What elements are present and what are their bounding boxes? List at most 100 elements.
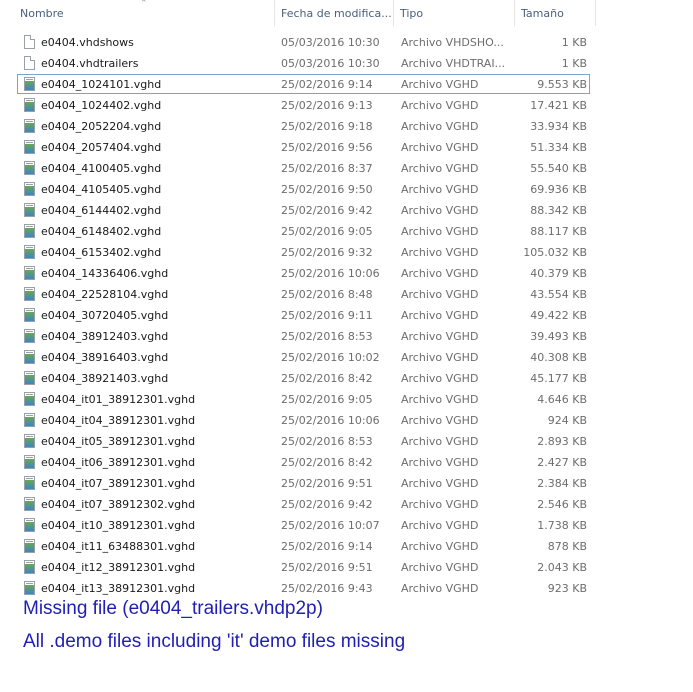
image-file-icon xyxy=(24,329,35,343)
annotation-missing-demo-files: All .demo files including 'it' demo file… xyxy=(23,631,406,652)
file-date: 25/02/2016 8:42 xyxy=(281,372,373,385)
file-row[interactable]: e0404_6144402.vghd 25/02/2016 9:42 Archivo… xyxy=(0,200,693,221)
file-name: e0404_it06_38912301.vghd xyxy=(41,456,196,469)
file-row[interactable]: e0404_it11_63488301.vghd 25/02/2016 9:14 A… xyxy=(0,536,693,557)
file-size: 1 KB xyxy=(561,57,587,70)
image-file-icon xyxy=(24,98,35,112)
file-row[interactable]: e0404_30720405.vghd 25/02/2016 9:11 Archiv… xyxy=(0,305,693,326)
file-date: 25/02/2016 9:43 xyxy=(281,582,373,595)
image-file-icon xyxy=(24,455,35,469)
file-row[interactable]: e0404_6148402.vghd 25/02/2016 9:05 Archivo… xyxy=(0,221,693,242)
file-type: Archivo VGHD xyxy=(401,162,479,175)
file-row[interactable]: e0404_2057404.vghd 25/02/2016 9:56 Archivo… xyxy=(0,137,693,158)
file-size: 51.334 KB xyxy=(530,141,587,154)
file-date: 25/02/2016 9:42 xyxy=(281,498,373,511)
file-row[interactable]: e0404_it05_38912301.vghd 25/02/2016 8:53 A… xyxy=(0,431,693,452)
file-name: e0404_it13_38912301.vghd xyxy=(41,582,196,595)
file-name: e0404_it07_38912301.vghd xyxy=(41,477,196,490)
image-file-icon xyxy=(24,560,35,574)
image-file-icon xyxy=(24,413,35,427)
file-type: Archivo VGHD xyxy=(401,372,479,385)
generic-file-icon xyxy=(24,56,35,70)
file-size: 923 KB xyxy=(547,582,587,595)
file-row[interactable]: e0404_4100405.vghd 25/02/2016 8:37 Archivo… xyxy=(0,158,693,179)
file-size: 2.546 KB xyxy=(537,498,587,511)
file-date: 25/02/2016 8:53 xyxy=(281,330,373,343)
file-name: e0404_14336406.vghd xyxy=(41,267,169,280)
file-name: e0404_6144402.vghd xyxy=(41,204,162,217)
file-type: Archivo VHDSHO... xyxy=(401,36,504,49)
file-row[interactable]: e0404_it01_38912301.vghd 25/02/2016 9:05 A… xyxy=(0,389,693,410)
file-size: 878 KB xyxy=(547,540,587,553)
image-file-icon xyxy=(24,203,35,217)
file-date: 25/02/2016 9:50 xyxy=(281,183,373,196)
file-row[interactable]: e0404_it10_38912301.vghd 25/02/2016 10:07… xyxy=(0,515,693,536)
column-header-date[interactable]: Fecha de modifica... xyxy=(275,0,393,26)
image-file-icon xyxy=(24,245,35,259)
file-size: 2.384 KB xyxy=(537,477,587,490)
image-file-icon xyxy=(24,308,35,322)
file-row[interactable]: e0404_2052204.vghd 25/02/2016 9:18 Archivo… xyxy=(0,116,693,137)
file-date: 25/02/2016 10:06 xyxy=(281,267,380,280)
file-row[interactable]: e0404_it06_38912301.vghd 25/02/2016 8:42 A… xyxy=(0,452,693,473)
file-row[interactable]: e0404_it07_38912301.vghd 25/02/2016 9:51 A… xyxy=(0,473,693,494)
file-row[interactable]: e0404_38916403.vghd 25/02/2016 10:02 Archi… xyxy=(0,347,693,368)
file-name: e0404_it01_38912301.vghd xyxy=(41,393,196,406)
file-row[interactable]: e0404_1024101.vghd 25/02/2016 9:14 Archivo… xyxy=(0,74,693,95)
image-file-icon xyxy=(24,434,35,448)
file-list: e0404.vhdshows 05/03/2016 10:30 Archivo VH… xyxy=(0,32,693,599)
file-row[interactable]: e0404_6153402.vghd 25/02/2016 9:32 Archivo… xyxy=(0,242,693,263)
column-header-type[interactable]: Tipo xyxy=(394,0,514,26)
column-header-name-label: Nombre xyxy=(20,7,64,20)
file-name: e0404_2052204.vghd xyxy=(41,120,162,133)
file-row[interactable]: e0404_it04_38912301.vghd 25/02/2016 10:06… xyxy=(0,410,693,431)
file-date: 25/02/2016 8:53 xyxy=(281,435,373,448)
file-type: Archivo VGHD xyxy=(401,141,479,154)
file-type: Archivo VGHD xyxy=(401,351,479,364)
image-file-icon xyxy=(24,497,35,511)
image-file-icon xyxy=(24,140,35,154)
file-name: e0404_1024101.vghd xyxy=(41,78,162,91)
file-type: Archivo VGHD xyxy=(401,99,479,112)
file-type: Archivo VGHD xyxy=(401,498,479,511)
annotation-missing-file: Missing file (e0404_trailers.vhdp2p) xyxy=(23,598,323,619)
file-size: 49.422 KB xyxy=(530,309,587,322)
file-row[interactable]: e0404_it07_38912302.vghd 25/02/2016 9:42 A… xyxy=(0,494,693,515)
column-divider[interactable] xyxy=(595,0,596,26)
file-type: Archivo VGHD xyxy=(401,435,479,448)
image-file-icon xyxy=(24,182,35,196)
file-size: 40.379 KB xyxy=(530,267,587,280)
file-row[interactable]: e0404_38912403.vghd 25/02/2016 8:53 Archiv… xyxy=(0,326,693,347)
file-row[interactable]: e0404.vhdshows 05/03/2016 10:30 Archivo VH… xyxy=(0,32,693,53)
file-size: 40.308 KB xyxy=(530,351,587,364)
file-type: Archivo VGHD xyxy=(401,330,479,343)
file-row[interactable]: e0404_1024402.vghd 25/02/2016 9:13 Archivo… xyxy=(0,95,693,116)
file-row[interactable]: e0404_it12_38912301.vghd 25/02/2016 9:51 A… xyxy=(0,557,693,578)
file-date: 25/02/2016 9:11 xyxy=(281,309,373,322)
file-date: 25/02/2016 9:18 xyxy=(281,120,373,133)
image-file-icon xyxy=(24,518,35,532)
file-row[interactable]: e0404_38921403.vghd 25/02/2016 8:42 Archiv… xyxy=(0,368,693,389)
file-type: Archivo VGHD xyxy=(401,456,479,469)
file-type: Archivo VGHD xyxy=(401,288,479,301)
column-header-size[interactable]: Tamaño xyxy=(515,0,595,26)
file-size: 1.738 KB xyxy=(537,519,587,532)
file-date: 25/02/2016 10:06 xyxy=(281,414,380,427)
image-file-icon xyxy=(24,119,35,133)
image-file-icon xyxy=(24,539,35,553)
column-header-date-label: Fecha de modifica... xyxy=(281,7,392,20)
file-type: Archivo VGHD xyxy=(401,540,479,553)
image-file-icon xyxy=(24,224,35,238)
file-row[interactable]: e0404_22528104.vghd 25/02/2016 8:48 Archiv… xyxy=(0,284,693,305)
file-date: 25/02/2016 8:37 xyxy=(281,162,373,175)
sort-ascending-icon: ⌃ xyxy=(140,0,148,9)
file-row[interactable]: e0404_4105405.vghd 25/02/2016 9:50 Archivo… xyxy=(0,179,693,200)
file-row[interactable]: e0404.vhdtrailers 05/03/2016 10:30 Archivo… xyxy=(0,53,693,74)
file-name: e0404_it04_38912301.vghd xyxy=(41,414,196,427)
file-row[interactable]: e0404_it13_38912301.vghd 25/02/2016 9:43 A… xyxy=(0,578,693,599)
file-name: e0404_it07_38912302.vghd xyxy=(41,498,196,511)
file-row[interactable]: e0404_14336406.vghd 25/02/2016 10:06 Archi… xyxy=(0,263,693,284)
file-name: e0404_1024402.vghd xyxy=(41,99,162,112)
file-size: 55.540 KB xyxy=(530,162,587,175)
image-file-icon xyxy=(24,266,35,280)
